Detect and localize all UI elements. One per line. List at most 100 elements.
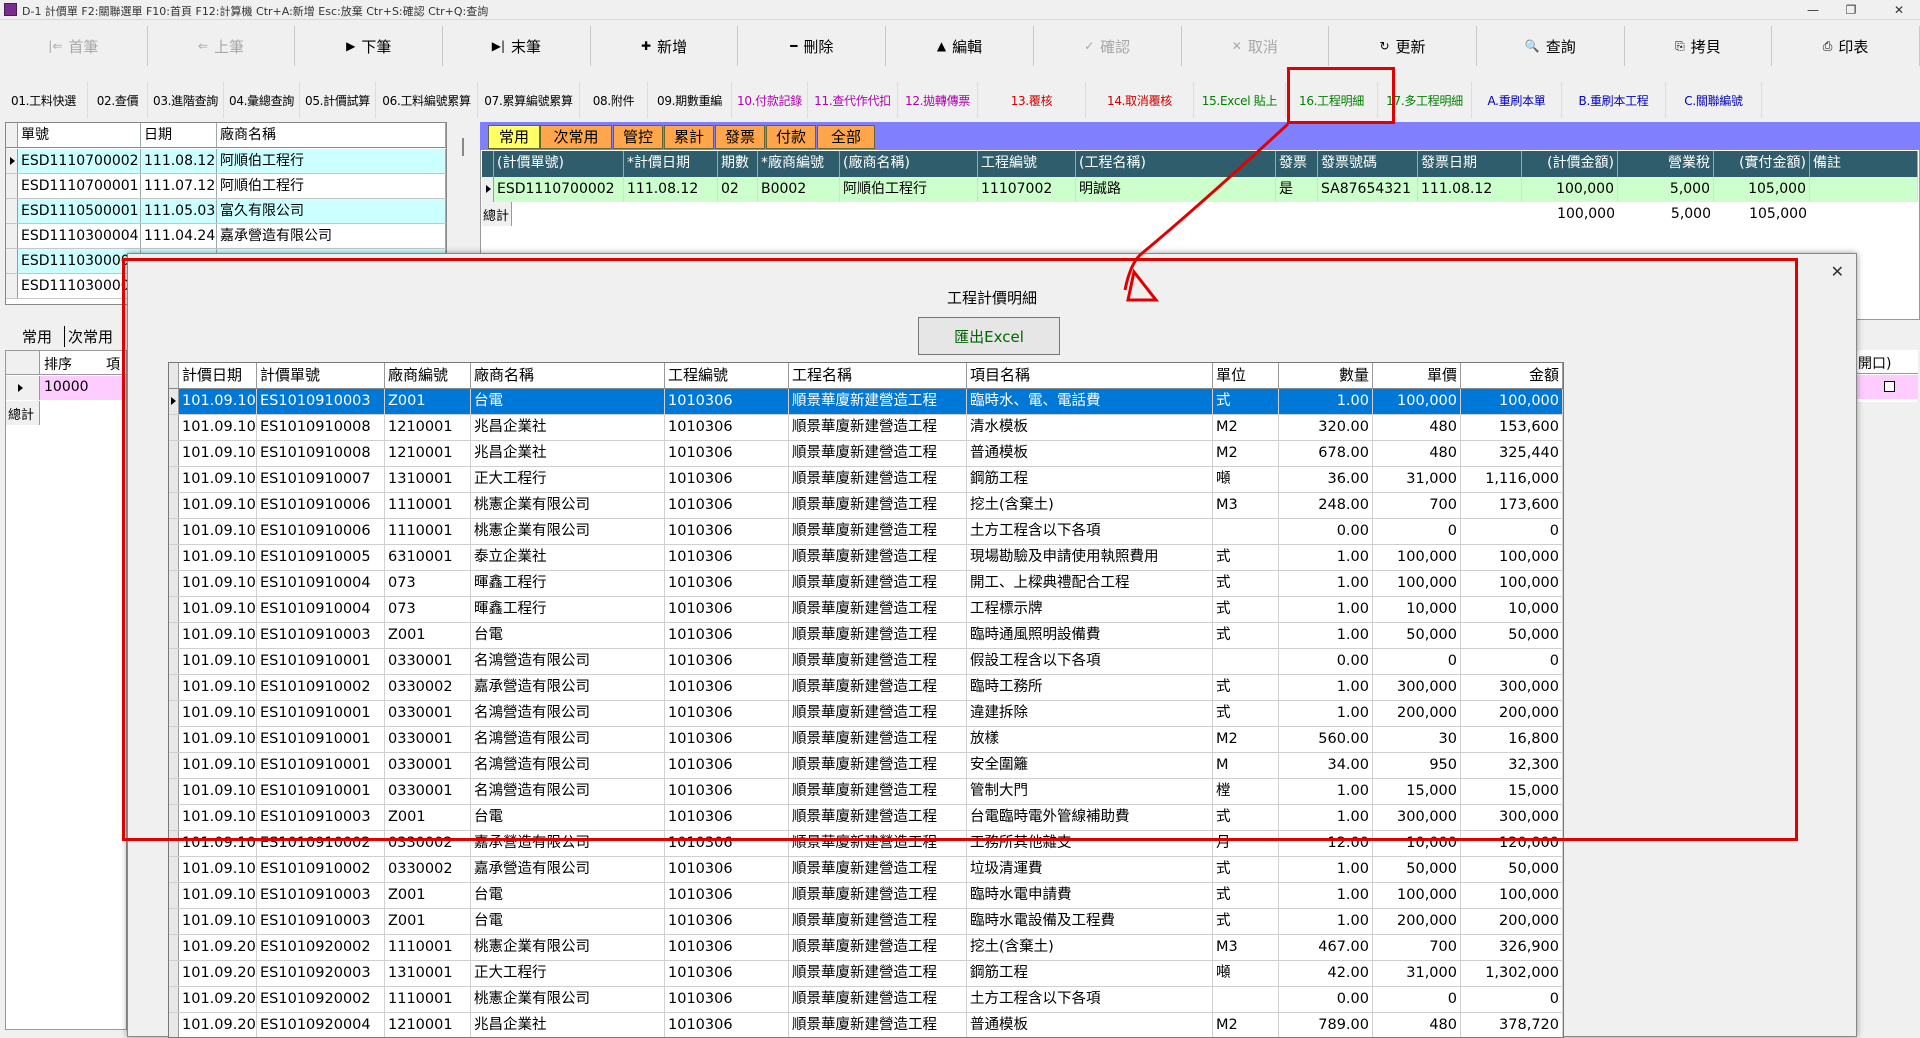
document-row[interactable]: ESD1110700002 111.08.12 阿順伯工程行: [6, 149, 446, 174]
func-button-12[interactable]: 13.覆核: [978, 82, 1086, 118]
func-button-8[interactable]: 09.期數重編: [648, 82, 732, 118]
sub-header-7[interactable]: 發票: [1276, 151, 1318, 177]
toolbar-button-9[interactable]: ↻ 更新: [1329, 26, 1477, 66]
detail-row[interactable]: 101.09.10 ES1010910005 6310001 泰立企業社 1010306…: [169, 545, 1563, 571]
toolbar-button-2[interactable]: ▶ 下筆: [295, 26, 444, 66]
func-button-11[interactable]: 12.拋轉傳票: [898, 82, 978, 118]
func-button-3[interactable]: 04.彙總查詢: [224, 82, 300, 118]
sub-header-2[interactable]: 期數: [718, 151, 758, 177]
detail-row[interactable]: 101.09.10 ES1010910007 1310001 正大工程行 1010306…: [169, 467, 1563, 493]
func-button-6[interactable]: 07.累算編號累算: [478, 82, 580, 118]
sub-grid-row[interactable]: ESD1110700002 111.08.12 02 B0002 阿順伯工程行 11107…: [482, 177, 1918, 202]
sub-header-5[interactable]: 工程編號: [978, 151, 1076, 177]
detail-row[interactable]: 101.09.10 ES1010910003 Z001 台電 1010306 順景華廈新建…: [169, 883, 1563, 909]
sub-header-8[interactable]: 發票號碼: [1318, 151, 1418, 177]
func-button-13[interactable]: 14.取消覆核: [1086, 82, 1194, 118]
detail-row[interactable]: 101.09.10 ES1010910002 0330002 嘉承營造有限公司 1010…: [169, 831, 1563, 857]
func-button-0[interactable]: 01.工料快選: [0, 82, 88, 118]
toolbar-button-11[interactable]: ⎘ 拷貝: [1624, 26, 1773, 66]
sub-header-4[interactable]: (廠商名稱): [840, 151, 978, 177]
export-excel-button[interactable]: 匯出Excel: [918, 317, 1060, 355]
detail-header-4[interactable]: 工程編號: [665, 363, 789, 388]
toolbar-button-10[interactable]: 🔍 查詢: [1476, 26, 1625, 66]
func-button-14[interactable]: 15.Excel 貼上: [1194, 82, 1286, 118]
sub-header-9[interactable]: 發票日期: [1418, 151, 1522, 177]
toolbar-button-12[interactable]: ⎙ 印表: [1772, 26, 1920, 66]
detail-row[interactable]: 101.09.20 ES1010920003 1310001 正大工程行 1010306…: [169, 961, 1563, 987]
sub-header-10[interactable]: (計價金額): [1522, 151, 1618, 177]
func-button-2[interactable]: 03.進階查詢: [148, 82, 224, 118]
detail-row[interactable]: 101.09.10 ES1010910006 1110001 桃憲企業有限公司 1010…: [169, 493, 1563, 519]
func-button-7[interactable]: 08.附件: [580, 82, 648, 118]
lower-item-row[interactable]: 10000: [6, 376, 126, 400]
detail-row[interactable]: 101.09.10 ES1010910008 1210001 兆昌企業社 1010306…: [169, 415, 1563, 441]
toolbar-button-0[interactable]: |⇐ 首筆: [0, 26, 148, 66]
document-row[interactable]: ESD1110500001 111.05.03 富久有限公司: [6, 199, 446, 224]
detail-header-9[interactable]: 單價: [1373, 363, 1461, 388]
header-date[interactable]: 日期: [141, 123, 217, 147]
detail-row[interactable]: 101.09.10 ES1010910002 0330002 嘉承營造有限公司 1010…: [169, 675, 1563, 701]
toolbar-button-8[interactable]: ✕ 取消: [1181, 26, 1330, 66]
toolbar-button-7[interactable]: ✓ 確認: [1033, 26, 1182, 66]
sub-header-13[interactable]: 備註: [1810, 151, 1918, 177]
detail-row[interactable]: 101.09.20 ES1010920002 1110001 桃憲企業有限公司 1010…: [169, 987, 1563, 1013]
detail-row[interactable]: 101.09.10 ES1010910001 0330001 名鴻營造有限公司 1010…: [169, 727, 1563, 753]
func-button-15[interactable]: 16.工程明細: [1286, 82, 1378, 118]
toolbar-button-5[interactable]: ━ 刪除: [738, 26, 887, 66]
detail-row[interactable]: 101.09.20 ES1010920002 1110001 桃憲企業有限公司 1010…: [169, 935, 1563, 961]
detail-header-5[interactable]: 工程名稱: [789, 363, 967, 388]
func-button-4[interactable]: 05.計價試算: [300, 82, 376, 118]
detail-row[interactable]: 101.09.10 ES1010910003 Z001 台電 1010306 順景華廈新建…: [169, 389, 1563, 415]
detail-header-0[interactable]: 計價日期: [179, 363, 257, 388]
func-button-19[interactable]: C.關聯編號: [1666, 82, 1762, 118]
detail-tab-0[interactable]: 常用: [488, 125, 540, 149]
sub-header-3[interactable]: *廠商編號: [758, 151, 840, 177]
document-row[interactable]: ESD1110300004 111.04.24 嘉承營造有限公司: [6, 224, 446, 249]
lower-header-sort[interactable]: 排序: [44, 354, 72, 374]
toolbar-button-4[interactable]: ✚ 新增: [590, 26, 739, 66]
lower-header-item[interactable]: 項: [106, 354, 120, 374]
maximize-button[interactable]: ❐: [1840, 2, 1862, 18]
close-window-button[interactable]: ✕: [1888, 2, 1910, 18]
header-vendor-name[interactable]: 廠商名稱: [217, 123, 446, 147]
lower-right-checkbox[interactable]: [1884, 381, 1895, 392]
detail-row[interactable]: 101.09.10 ES1010910008 1210001 兆昌企業社 1010306…: [169, 441, 1563, 467]
detail-header-2[interactable]: 廠商編號: [385, 363, 471, 388]
detail-tab-3[interactable]: 累計: [664, 125, 714, 149]
lower-tab-secondary[interactable]: 次常用: [64, 326, 113, 347]
func-button-16[interactable]: 17.多工程明細: [1378, 82, 1472, 118]
detail-header-8[interactable]: 數量: [1279, 363, 1373, 388]
func-button-5[interactable]: 06.工料編號累算: [376, 82, 478, 118]
detail-row[interactable]: 101.09.10 ES1010910002 0330002 嘉承營造有限公司 1010…: [169, 857, 1563, 883]
detail-tab-5[interactable]: 付款: [766, 125, 816, 149]
detail-tab-4[interactable]: 發票: [715, 125, 765, 149]
detail-header-1[interactable]: 計價單號: [257, 363, 385, 388]
detail-row[interactable]: 101.09.10 ES1010910001 0330001 名鴻營造有限公司 1010…: [169, 649, 1563, 675]
toolbar-button-3[interactable]: ▶| 末筆: [443, 26, 591, 66]
detail-row[interactable]: 101.09.10 ES1010910001 0330001 名鴻營造有限公司 1010…: [169, 753, 1563, 779]
detail-row[interactable]: 101.09.10 ES1010910001 0330001 名鴻營造有限公司 1010…: [169, 779, 1563, 805]
document-row[interactable]: ESD1110700001 111.07.12 阿順伯工程行: [6, 174, 446, 199]
detail-row[interactable]: 101.09.10 ES1010910004 073 暉鑫工程行 1010306 順景華廈…: [169, 571, 1563, 597]
func-button-17[interactable]: A.重刷本單: [1472, 82, 1562, 118]
detail-tab-1[interactable]: 次常用: [540, 125, 612, 149]
detail-row[interactable]: 101.09.10 ES1010910003 Z001 台電 1010306 順景華廈新建…: [169, 805, 1563, 831]
sub-header-0[interactable]: (計價單號): [494, 151, 624, 177]
left-grid-scroll-thumb[interactable]: [462, 138, 464, 156]
detail-header-6[interactable]: 項目名稱: [967, 363, 1213, 388]
detail-row[interactable]: 101.09.20 ES1010920004 1210001 兆昌企業社 1010306…: [169, 1013, 1563, 1037]
sub-header-6[interactable]: (工程名稱): [1076, 151, 1276, 177]
header-doc-no[interactable]: 單號: [18, 123, 141, 147]
minimize-button[interactable]: —: [1802, 2, 1824, 18]
lower-tab-common[interactable]: 常用: [22, 326, 52, 347]
detail-header-3[interactable]: 廠商名稱: [471, 363, 665, 388]
detail-header-10[interactable]: 金額: [1461, 363, 1563, 388]
detail-tab-6[interactable]: 全部: [817, 125, 875, 149]
detail-row[interactable]: 101.09.10 ES1010910004 073 暉鑫工程行 1010306 順景華廈…: [169, 597, 1563, 623]
detail-row[interactable]: 101.09.10 ES1010910006 1110001 桃憲企業有限公司 1010…: [169, 519, 1563, 545]
sub-header-1[interactable]: *計價日期: [624, 151, 718, 177]
toolbar-button-6[interactable]: ▲ 編輯: [886, 26, 1034, 66]
func-button-18[interactable]: B.重刷本工程: [1562, 82, 1666, 118]
detail-row[interactable]: 101.09.10 ES1010910003 Z001 台電 1010306 順景華廈新建…: [169, 623, 1563, 649]
sub-header-12[interactable]: (實付金額): [1714, 151, 1810, 177]
